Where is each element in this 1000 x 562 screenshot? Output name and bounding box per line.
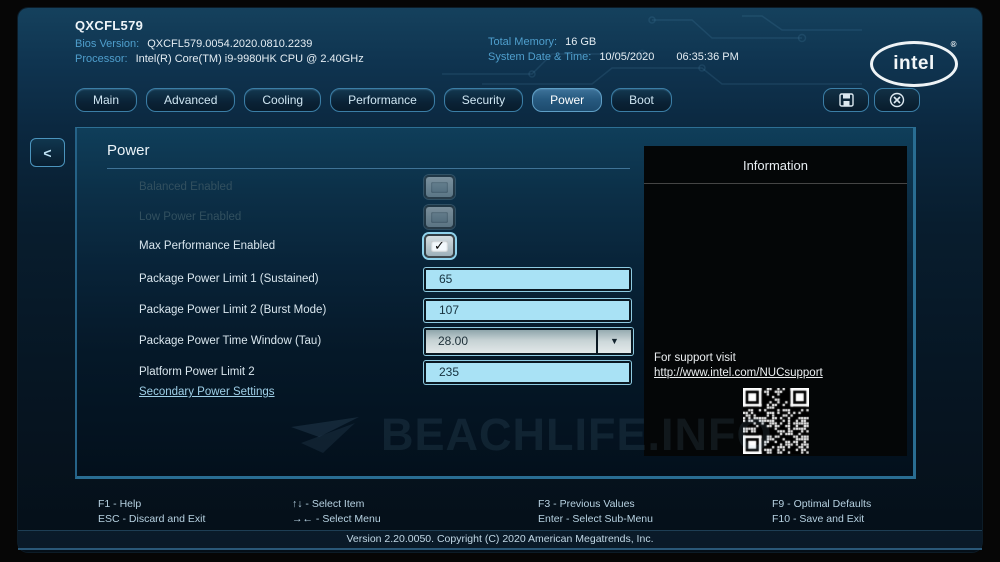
low-power-enabled-label: Low Power Enabled [139,211,242,223]
setting-row: Package Power Limit 1 (Sustained) [139,266,631,292]
hint-f3: F3 - Previous Values [538,498,635,510]
save-button[interactable] [823,88,869,112]
hint-f9: F9 - Optimal Defaults [772,498,872,510]
balanced-enabled-label: Balanced Enabled [139,181,233,193]
hint-select-menu: →← - Select Menu [292,513,381,525]
total-memory-value: 16 GB [565,36,597,48]
processor-value: Intel(R) Core(TM) i9-9980HK CPU @ 2.40GH… [135,53,364,65]
package-power-time-window-label: Package Power Time Window (Tau) [139,335,322,347]
platform-power-limit-2-input[interactable] [424,360,631,384]
bios-version-label: Bios Version: [75,38,140,50]
time-window-dropdown[interactable]: 28.00 ▼ [424,327,633,355]
max-performance-enabled-label: Max Performance Enabled [139,240,276,252]
hint-esc: ESC - Discard and Exit [98,513,206,525]
intel-logo: intel ® [870,40,958,87]
header-right: Total Memory: 16 GB System Date & Time: 10… [488,35,739,65]
registered-mark: ® [950,40,957,49]
page-title: Power [107,142,150,159]
information-title: Information [742,158,809,173]
support-text: For support visit [654,352,736,364]
checkmark-icon: ✓ [434,237,445,253]
bios-shell: QXCFL579 Bios Version: QXCFL579.0054.2020… [18,8,982,552]
package-power-limit-1-input[interactable] [424,267,631,291]
floppy-save-icon [838,93,854,107]
low-power-enabled-checkbox[interactable] [424,205,455,229]
time-value: 06:35:36 PM [676,51,739,63]
hint-select-item: ↑↓ - Select Item [292,498,365,510]
setting-row: Low Power Enabled [139,204,455,230]
title-divider [107,168,630,169]
power-settings-panel: Power Balanced Enabled Low Power Enabled… [75,127,916,479]
date-value: 10/05/2020 [599,51,655,63]
tab-security[interactable]: Security [443,88,524,112]
version-bar: Version 2.20.0050. Copyright (C) 2020 Am… [18,530,982,550]
tab-bar: Main Advanced Cooling Performance Securi… [75,88,672,112]
package-power-limit-1-label: Package Power Limit 1 (Sustained) [139,273,319,285]
setting-row: Package Power Time Window (Tau) 28.00 ▼ [139,327,633,355]
package-power-limit-2-input[interactable] [424,298,631,322]
balanced-enabled-checkbox[interactable] [424,175,455,199]
package-power-limit-2-label: Package Power Limit 2 (Burst Mode) [139,304,327,316]
header-left: QXCFL579 Bios Version: QXCFL579.0054.2020… [75,18,364,67]
support-block: For support visit http://www.intel.com/N… [654,351,897,454]
tab-cooling[interactable]: Cooling [244,88,322,112]
datetime-label: System Date & Time: [488,51,592,63]
setting-row: Platform Power Limit 2 [139,359,631,385]
hint-enter: Enter - Select Sub-Menu [538,513,653,525]
bios-version-value: QXCFL579.0054.2020.0810.2239 [147,38,313,50]
tab-advanced[interactable]: Advanced [146,88,236,112]
hint-f1: F1 - Help [98,498,142,510]
setting-row: Package Power Limit 2 (Burst Mode) [139,297,631,323]
hint-f10: F10 - Save and Exit [772,513,865,525]
max-performance-enabled-checkbox[interactable]: ✓ [424,234,455,258]
back-arrow-icon: < [43,144,52,161]
tab-boot[interactable]: Boot [611,88,672,112]
model-name: QXCFL579 [75,18,144,33]
setting-row: Max Performance Enabled ✓ [139,233,455,259]
processor-label: Processor: [75,53,128,65]
information-divider [644,183,907,184]
information-panel: Information For support visit http://www… [644,146,907,456]
platform-power-limit-2-label: Platform Power Limit 2 [139,366,255,378]
setting-row: Balanced Enabled [139,174,455,200]
time-window-value: 28.00 [426,329,596,353]
close-button[interactable] [874,88,920,112]
tab-main[interactable]: Main [75,88,138,112]
back-button[interactable]: < [30,138,65,167]
total-memory-label: Total Memory: [488,36,558,48]
window-buttons [823,88,920,112]
close-icon [889,92,905,108]
tab-performance[interactable]: Performance [330,88,435,112]
support-link[interactable]: http://www.intel.com/NUCsupport [654,366,897,381]
chevron-down-icon: ▼ [610,336,619,346]
intel-logo-text: intel [893,53,935,74]
tab-power[interactable]: Power [532,88,603,112]
qr-code [742,388,809,454]
secondary-power-settings-link[interactable]: Secondary Power Settings [139,386,275,398]
dropdown-arrow-button[interactable]: ▼ [596,329,631,353]
paper-plane-icon [291,417,359,453]
